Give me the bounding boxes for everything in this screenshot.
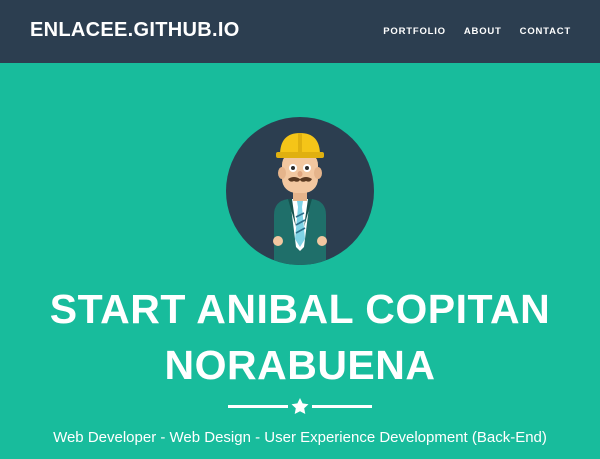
page-subtitle: Web Developer - Web Design - User Experi… bbox=[53, 429, 547, 446]
site-brand-link[interactable]: ENLACEE.GITHUB.IO bbox=[30, 19, 240, 42]
nav-link-about[interactable]: ABOUT bbox=[464, 26, 502, 37]
star-divider bbox=[228, 396, 372, 416]
nav-link-contact[interactable]: CONTACT bbox=[520, 26, 571, 37]
nav-link-portfolio[interactable]: PORTFOLIO bbox=[383, 26, 446, 37]
title-line-2: NORABUENA bbox=[164, 342, 436, 388]
star-icon bbox=[291, 398, 309, 414]
nav-menu: PORTFOLIO ABOUT CONTACT bbox=[383, 26, 571, 37]
construction-worker-avatar-icon bbox=[226, 117, 374, 265]
page-title: START ANIBAL COPITAN NORABUENA bbox=[0, 281, 600, 393]
top-navbar: ENLACEE.GITHUB.IO PORTFOLIO ABOUT CONTAC… bbox=[0, 0, 600, 63]
title-line-1: START ANIBAL COPITAN bbox=[49, 286, 551, 332]
hero-header: START ANIBAL COPITAN NORABUENA Web Devel… bbox=[0, 63, 600, 459]
